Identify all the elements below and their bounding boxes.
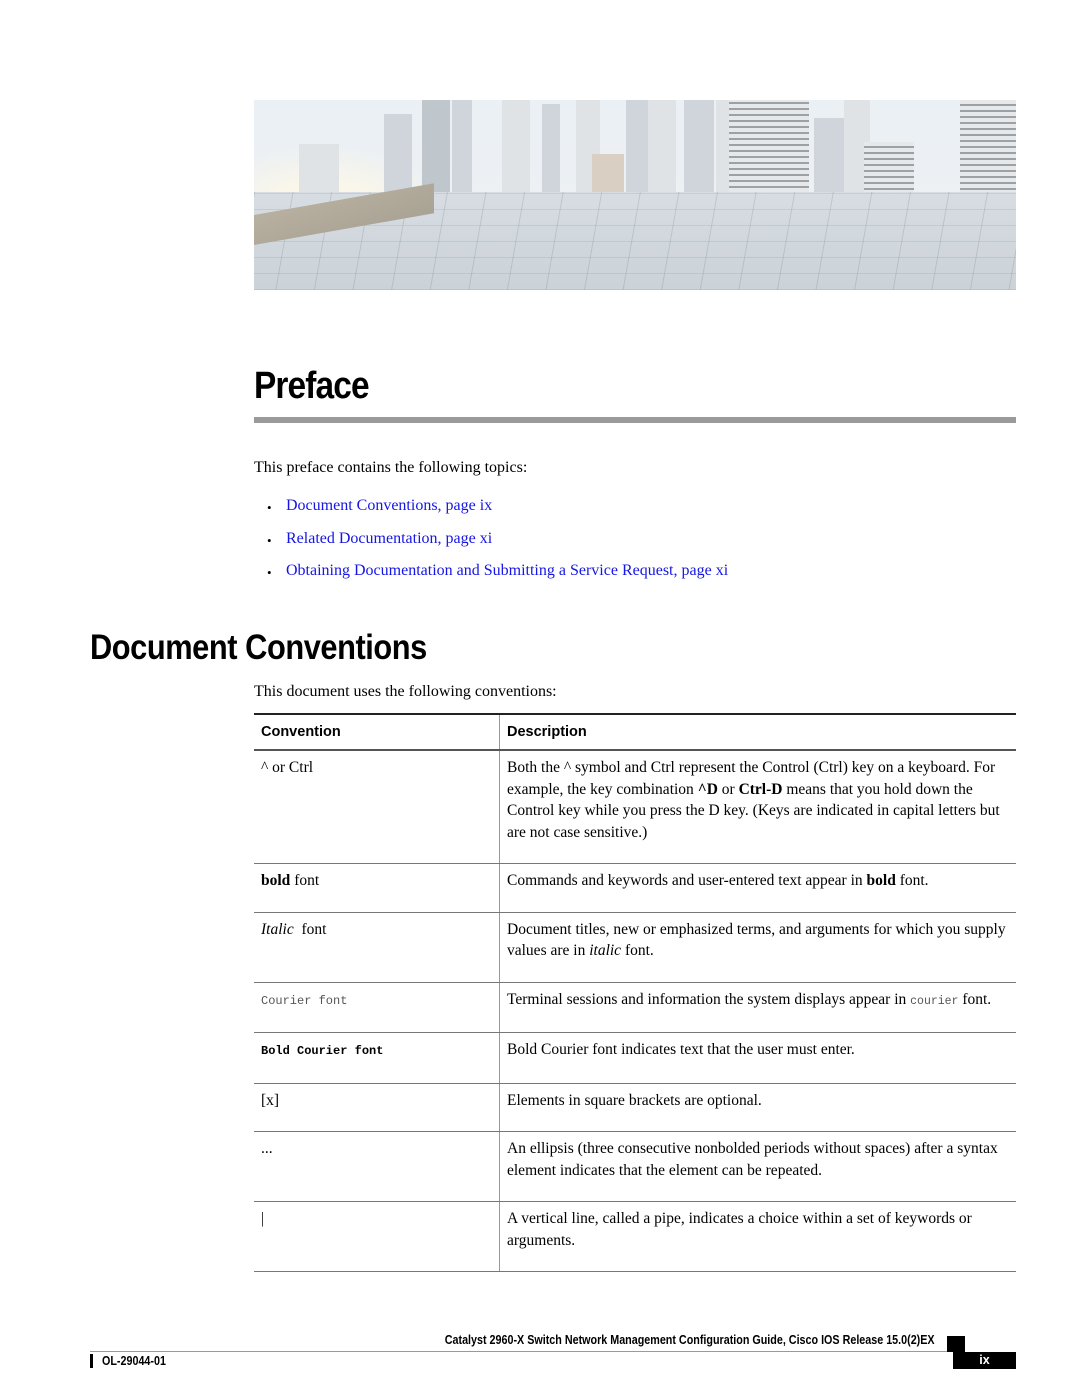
page-title: Preface: [254, 365, 370, 407]
description-cell: Bold Courier font indicates text that th…: [499, 1032, 1016, 1084]
convention-cell: ^ or Ctrl: [254, 750, 500, 864]
table-row: Bold Courier font Bold Courier font indi…: [254, 1032, 1016, 1084]
text: font.: [621, 942, 654, 959]
text: Terminal sessions and information the sy…: [507, 990, 911, 1008]
table-row: bold font Commands and keywords and user…: [254, 863, 1016, 913]
footer-left-bar: [90, 1354, 93, 1368]
photo-building: [960, 100, 1016, 194]
convention-cell: ...: [254, 1131, 500, 1202]
convention-cell: |: [254, 1201, 500, 1272]
topic-item: • Related Documentation, page xi: [267, 530, 728, 563]
photo-building: [684, 100, 714, 194]
convention-cell: Italic font: [254, 912, 500, 983]
header-description: Description: [499, 713, 1016, 751]
photo-building: [864, 142, 914, 194]
convention-cell: bold font: [254, 863, 500, 913]
table-row: Italic font Document titles, new or emph…: [254, 912, 1016, 983]
footer-rule: [90, 1351, 947, 1352]
description-cell: An ellipsis (three consecutive nonbolded…: [499, 1131, 1016, 1202]
italic-text: Italic: [261, 920, 294, 938]
photo-building: [384, 114, 412, 194]
convention-cell: Courier font: [254, 982, 500, 1033]
topic-list: • Document Conventions, page ix • Relate…: [267, 497, 728, 595]
footer-doc-number: OL-29044-01: [102, 1354, 166, 1368]
section-intro: This document uses the following convent…: [254, 683, 557, 700]
bullet-icon: •: [267, 565, 272, 580]
table-row: [x] Elements in square brackets are opti…: [254, 1083, 1016, 1132]
description-cell: Both the ^ symbol and Ctrl represent the…: [499, 750, 1016, 864]
header-convention: Convention: [254, 713, 500, 751]
topic-item: • Document Conventions, page ix: [267, 497, 728, 530]
description-cell: Elements in square brackets are optional…: [499, 1083, 1016, 1132]
bullet-icon: •: [267, 532, 272, 548]
conventions-table: Convention Description ^ or Ctrl Both th…: [254, 713, 1016, 1272]
photo-building: [502, 100, 530, 194]
photo-building: [422, 100, 450, 194]
bold-text: bold: [261, 872, 291, 889]
text: or: [717, 780, 739, 798]
topic-link-related-documentation[interactable]: Related Documentation, page xi: [286, 530, 492, 548]
bold-text: Ctrl-D: [738, 780, 783, 798]
convention-cell: Bold Courier font: [254, 1032, 500, 1084]
text: Commands and keywords and user-entered t…: [507, 872, 867, 889]
bold-text: ^D: [697, 780, 718, 798]
table-row: | A vertical line, called a pipe, indica…: [254, 1201, 1016, 1272]
table-row: ^ or Ctrl Both the ^ symbol and Ctrl rep…: [254, 750, 1016, 864]
topic-link-document-conventions[interactable]: Document Conventions, page ix: [286, 497, 492, 515]
bold-text: bold: [866, 872, 896, 889]
footer-guide-title: Catalyst 2960-X Switch Network Managemen…: [445, 1333, 935, 1347]
header-photo: [254, 100, 1016, 290]
photo-building: [814, 118, 844, 194]
text: font.: [895, 872, 929, 889]
courier-text: Courier font: [261, 993, 348, 1008]
footer-marker: [947, 1336, 965, 1352]
convention-cell: [x]: [254, 1083, 500, 1132]
bold-courier-text: Bold Courier font: [261, 1044, 384, 1058]
table-row: Courier font Terminal sessions and infor…: [254, 982, 1016, 1033]
table-row: ... An ellipsis (three consecutive nonbo…: [254, 1131, 1016, 1202]
topic-link-obtaining-documentation[interactable]: Obtaining Documentation and Submitting a…: [286, 562, 728, 580]
intro-text: This preface contains the following topi…: [254, 459, 528, 476]
photo-building: [592, 154, 624, 194]
title-rule: [254, 417, 1016, 423]
italic-text: italic: [589, 942, 622, 959]
bullet-icon: •: [267, 500, 272, 515]
topic-item: • Obtaining Documentation and Submitting…: [267, 562, 728, 595]
photo-building: [542, 104, 560, 194]
photo-building: [729, 100, 809, 194]
photo-building: [626, 100, 648, 194]
photo-building: [452, 100, 472, 194]
photo-building: [648, 100, 676, 194]
table-header-row: Convention Description: [254, 713, 1016, 751]
text: Document titles, new or emphasized terms…: [507, 920, 1006, 960]
section-title: Document Conventions: [90, 628, 427, 667]
text: font.: [958, 990, 992, 1008]
text: font: [290, 872, 320, 889]
courier-text: courier: [910, 994, 959, 1008]
description-cell: Commands and keywords and user-entered t…: [499, 863, 1016, 913]
description-cell: A vertical line, called a pipe, indicate…: [499, 1201, 1016, 1272]
footer-page-number: ix: [953, 1352, 1016, 1369]
photo-building: [299, 144, 339, 194]
description-cell: Document titles, new or emphasized terms…: [499, 912, 1016, 983]
description-cell: Terminal sessions and information the sy…: [499, 982, 1016, 1033]
text: font: [293, 920, 327, 938]
